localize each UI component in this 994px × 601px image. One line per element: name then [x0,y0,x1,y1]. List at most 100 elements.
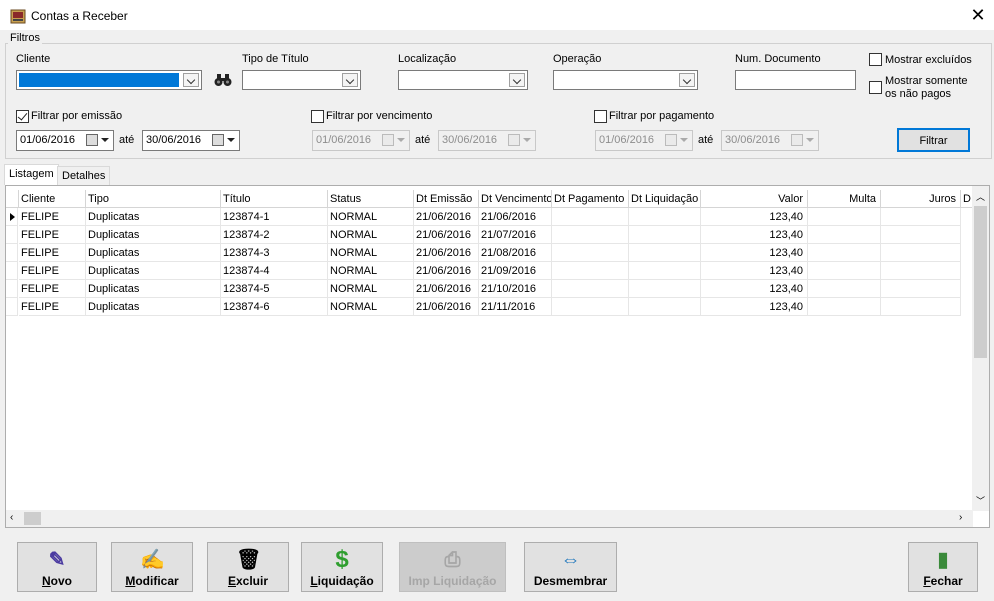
column-header[interactable]: Dt Vencimento [479,190,552,208]
table-cell[interactable] [808,280,881,298]
desmembrar-button[interactable]: ⇔ Desmembrar [524,542,617,592]
filtrar-button[interactable]: Filtrar [897,128,970,152]
horizontal-scrollbar[interactable]: ‹ › [6,510,973,527]
row-indicator[interactable] [6,226,18,244]
table-cell[interactable]: NORMAL [328,208,414,226]
table-cell[interactable]: NORMAL [328,262,414,280]
listagem-grid[interactable]: Cliente Tipo Título Status Dt Emissão Dt Venc… [5,185,990,528]
table-cell[interactable]: 123874-4 [221,262,328,280]
table-cell[interactable]: 123874-5 [221,280,328,298]
operacao-select[interactable] [553,70,698,90]
table-cell[interactable] [552,280,629,298]
table-cell[interactable]: Duplicatas [86,298,221,316]
column-header[interactable]: Dt Liquidação [629,190,701,208]
chevron-down-icon[interactable] [679,73,695,87]
cliente-select[interactable] [16,70,202,90]
table-cell[interactable]: Duplicatas [86,226,221,244]
table-cell[interactable] [629,226,701,244]
current-row-indicator-icon[interactable] [6,208,18,226]
table-cell[interactable]: NORMAL [328,226,414,244]
table-cell[interactable] [629,262,701,280]
table-cell[interactable] [881,280,961,298]
excluir-button[interactable]: 🗑 Excluir [207,542,289,592]
calendar-icon[interactable] [86,134,110,147]
table-cell[interactable]: FELIPE [19,244,86,262]
table-cell[interactable]: 123874-1 [221,208,328,226]
column-header[interactable]: Cliente [19,190,86,208]
table-cell[interactable]: 123,40 [701,244,808,262]
modificar-button[interactable]: ✍ Modificar [111,542,193,592]
table-cell[interactable]: Duplicatas [86,280,221,298]
column-header[interactable]: Valor [701,190,808,208]
table-cell[interactable]: 21/06/2016 [414,208,479,226]
table-cell[interactable] [808,226,881,244]
column-header[interactable]: Dt Pagamento [552,190,629,208]
table-cell[interactable]: 21/06/2016 [479,208,552,226]
column-header[interactable]: Status [328,190,414,208]
filtrar-vencimento-checkbox[interactable] [311,110,324,123]
table-cell[interactable]: NORMAL [328,280,414,298]
table-cell[interactable]: Duplicatas [86,208,221,226]
table-cell[interactable]: 123874-3 [221,244,328,262]
novo-button[interactable]: ✎ Novo [17,542,97,592]
emissao-to-date[interactable]: 30/06/2016 [142,130,240,151]
table-cell[interactable] [881,298,961,316]
table-cell[interactable]: 123874-2 [221,226,328,244]
fechar-button[interactable]: ▮ Fechar [908,542,978,592]
table-cell[interactable] [552,226,629,244]
table-cell[interactable]: FELIPE [19,280,86,298]
num-documento-input[interactable] [735,70,856,90]
mostrar-nao-pagos-checkbox[interactable] [869,81,882,94]
emissao-from-date[interactable]: 01/06/2016 [16,130,114,151]
table-cell[interactable] [808,208,881,226]
table-cell[interactable] [629,298,701,316]
table-cell[interactable]: FELIPE [19,226,86,244]
row-indicator[interactable] [6,298,18,316]
table-cell[interactable] [808,262,881,280]
table-cell[interactable] [629,244,701,262]
table-cell[interactable]: FELIPE [19,208,86,226]
table-cell[interactable]: 123,40 [701,280,808,298]
scroll-left-icon[interactable]: ‹ [10,512,13,523]
table-cell[interactable]: 123874-6 [221,298,328,316]
table-cell[interactable] [881,208,961,226]
table-cell[interactable]: FELIPE [19,262,86,280]
table-cell[interactable]: 21/10/2016 [479,280,552,298]
table-cell[interactable]: 21/06/2016 [414,262,479,280]
scroll-right-icon[interactable]: › [959,512,962,523]
binoculars-icon[interactable] [214,72,232,88]
table-cell[interactable] [629,280,701,298]
column-header[interactable]: Juros [881,190,961,208]
localizacao-select[interactable] [398,70,528,90]
table-cell[interactable] [808,244,881,262]
table-cell[interactable] [629,208,701,226]
tipo-titulo-select[interactable] [242,70,361,90]
column-header[interactable]: Dt Emissão [414,190,479,208]
table-cell[interactable]: 21/11/2016 [479,298,552,316]
column-header[interactable]: Tipo [86,190,221,208]
row-indicator[interactable] [6,280,18,298]
scroll-up-icon[interactable]: ︿ [976,190,985,203]
table-cell[interactable]: NORMAL [328,298,414,316]
table-cell[interactable]: FELIPE [19,298,86,316]
vertical-scrollbar[interactable]: ︿ ﹀ [972,186,989,511]
table-cell[interactable] [552,262,629,280]
row-indicator[interactable] [6,244,18,262]
tab-listagem[interactable]: Listagem [4,164,59,185]
table-cell[interactable] [552,298,629,316]
close-icon[interactable]: ✕ [966,2,990,28]
table-cell[interactable]: 21/06/2016 [414,244,479,262]
table-cell[interactable]: 21/06/2016 [414,226,479,244]
table-cell[interactable]: 21/08/2016 [479,244,552,262]
table-cell[interactable]: 123,40 [701,208,808,226]
table-cell[interactable]: 123,40 [701,226,808,244]
mostrar-excluidos-checkbox[interactable] [869,53,882,66]
table-cell[interactable] [552,244,629,262]
table-cell[interactable]: 21/06/2016 [414,298,479,316]
column-header[interactable]: Título [221,190,328,208]
liquidacao-button[interactable]: $ Liquidação [301,542,383,592]
table-cell[interactable]: Duplicatas [86,262,221,280]
table-cell[interactable]: Duplicatas [86,244,221,262]
chevron-down-icon[interactable] [183,73,199,87]
row-indicator[interactable] [6,262,18,280]
